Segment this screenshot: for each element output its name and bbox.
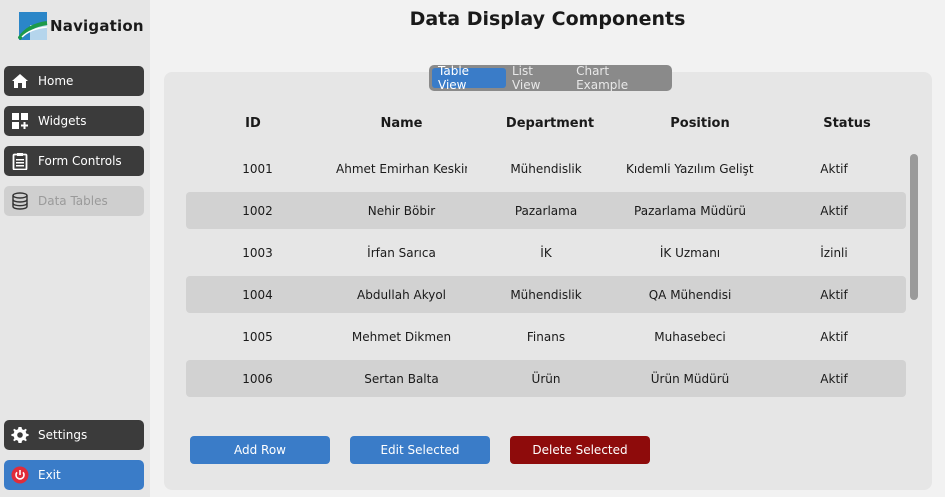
logo: Navigation bbox=[18, 10, 144, 42]
sidebar-item-label: Widgets bbox=[38, 114, 87, 128]
cell-position: Pazarlama Müdürü bbox=[634, 204, 746, 218]
add-row-button[interactable]: Add Row bbox=[190, 436, 330, 464]
table-panel: Table View List View Chart Example ID Na… bbox=[164, 64, 932, 490]
cell-department: Finans bbox=[526, 330, 566, 344]
column-header-department[interactable]: Department bbox=[476, 116, 624, 131]
tab-chart-example[interactable]: Chart Example bbox=[570, 64, 669, 92]
logo-icon bbox=[18, 12, 48, 41]
cell-department: Mühendislik bbox=[510, 288, 582, 302]
cell-name: Ahmet Emirhan Keskin bbox=[336, 162, 467, 176]
sidebar-item-label: Form Controls bbox=[38, 154, 122, 168]
gear-icon bbox=[10, 425, 30, 445]
sidebar-item-data-tables[interactable]: Data Tables bbox=[4, 186, 144, 216]
cell-id: 1001 bbox=[242, 162, 273, 176]
sidebar-item-form-controls[interactable]: Form Controls bbox=[4, 146, 144, 176]
table-row[interactable]: 1001 Ahmet Emirhan Keskin Mühendislik Kı… bbox=[186, 150, 906, 187]
cell-name: İrfan Sarıca bbox=[367, 246, 436, 260]
column-header-position[interactable]: Position bbox=[626, 116, 774, 131]
tab-table-view[interactable]: Table View bbox=[432, 64, 506, 92]
column-header-name[interactable]: Name bbox=[336, 116, 467, 131]
page-title: Data Display Components bbox=[409, 8, 686, 30]
sidebar-item-label: Data Tables bbox=[38, 194, 108, 208]
table-row[interactable]: 1002 Nehir Böbir Pazarlama Pazarlama Müd… bbox=[186, 192, 906, 229]
table-row[interactable]: 1003 İrfan Sarıca İK İK Uzmanı İzinli bbox=[186, 234, 906, 271]
cell-status: Aktif bbox=[820, 288, 848, 302]
table-row[interactable]: 1006 Sertan Balta Ürün Ürün Müdürü Aktif bbox=[186, 360, 906, 397]
sidebar-item-label: Home bbox=[38, 74, 74, 88]
database-icon bbox=[10, 191, 30, 211]
cell-position: Ürün Müdürü bbox=[650, 372, 730, 386]
cell-department: Mühendislik bbox=[510, 162, 582, 176]
cell-id: 1006 bbox=[242, 372, 273, 386]
sidebar-item-label: Exit bbox=[38, 468, 61, 482]
cell-name: Nehir Böbir bbox=[367, 204, 436, 218]
sidebar-item-widgets[interactable]: Widgets bbox=[4, 106, 144, 136]
cell-position: QA Mühendisi bbox=[648, 288, 732, 302]
cell-position: İK Uzmanı bbox=[659, 246, 721, 260]
cell-name: Abdullah Akyol bbox=[357, 288, 446, 302]
column-header-status[interactable]: Status bbox=[771, 116, 923, 131]
logo-text: Navigation bbox=[50, 17, 144, 35]
cell-name: Sertan Balta bbox=[364, 372, 439, 386]
cell-id: 1002 bbox=[242, 204, 273, 218]
power-icon bbox=[10, 465, 30, 485]
widgets-icon bbox=[10, 111, 30, 131]
cell-position: Kıdemli Yazılım Geliştiri bbox=[626, 162, 754, 176]
home-icon bbox=[10, 71, 30, 91]
table-body: 1001 Ahmet Emirhan Keskin Mühendislik Kı… bbox=[186, 150, 906, 400]
cell-status: Aktif bbox=[820, 372, 848, 386]
table-header: ID Name Department Position Status bbox=[186, 116, 906, 136]
table-scrollbar[interactable] bbox=[910, 154, 918, 300]
sidebar-item-settings[interactable]: Settings bbox=[4, 420, 144, 450]
column-header-id[interactable]: ID bbox=[186, 116, 320, 131]
tab-list-view[interactable]: List View bbox=[506, 64, 570, 92]
sidebar-item-exit[interactable]: Exit bbox=[4, 460, 144, 490]
sidebar: Navigation Home Widgets Form Controls Da… bbox=[0, 0, 150, 497]
clipboard-icon bbox=[10, 151, 30, 171]
cell-position: Muhasebeci bbox=[654, 330, 726, 344]
sidebar-item-home[interactable]: Home bbox=[4, 66, 144, 96]
cell-department: Pazarlama bbox=[514, 204, 578, 218]
cell-id: 1004 bbox=[242, 288, 273, 302]
cell-status: Aktif bbox=[820, 204, 848, 218]
cell-id: 1003 bbox=[242, 246, 273, 260]
view-tabs: Table View List View Chart Example bbox=[429, 64, 672, 92]
sidebar-item-label: Settings bbox=[38, 428, 88, 442]
cell-id: 1005 bbox=[242, 330, 273, 344]
cell-department: İK bbox=[540, 246, 552, 260]
cell-name: Mehmet Dikmen bbox=[351, 330, 452, 344]
cell-department: Ürün bbox=[531, 372, 561, 386]
edit-selected-button[interactable]: Edit Selected bbox=[350, 436, 490, 464]
cell-status: Aktif bbox=[820, 330, 848, 344]
delete-selected-button[interactable]: Delete Selected bbox=[510, 436, 650, 464]
cell-status: Aktif bbox=[820, 162, 848, 176]
table-row[interactable]: 1004 Abdullah Akyol Mühendislik QA Mühen… bbox=[186, 276, 906, 313]
cell-status: İzinli bbox=[820, 246, 848, 260]
table-row[interactable]: 1005 Mehmet Dikmen Finans Muhasebeci Akt… bbox=[186, 318, 906, 355]
